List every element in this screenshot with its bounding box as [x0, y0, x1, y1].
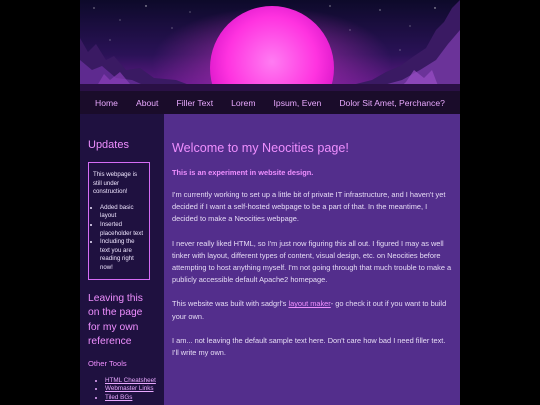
layout-maker-link[interactable]: layout maker: [288, 299, 330, 308]
reference-heading: Leaving this on the page for my own refe…: [88, 292, 143, 348]
nav-link-home[interactable]: Home: [95, 98, 118, 108]
nav-link-ipsum-even[interactable]: Ipsum, Even: [274, 98, 322, 108]
list-item: Webmaster Links: [105, 385, 156, 394]
nav-link-filler-text[interactable]: Filler Text: [176, 98, 213, 108]
list-item: Tiled BGs: [105, 394, 156, 403]
nav-link-dolor-sit-amet[interactable]: Dolor Sit Amet, Perchance?: [339, 98, 445, 108]
page-frame: Home About Filler Text Lorem Ipsum, Even…: [80, 0, 460, 405]
main-content: Welcome to my Neocities page! This is an…: [164, 114, 460, 405]
page-subtitle: This is an experiment in website design.: [172, 168, 314, 177]
header-banner: [80, 0, 460, 91]
link-webmaster-links[interactable]: Webmaster Links: [105, 385, 154, 392]
tools-list: HTML Cheatsheet Webmaster Links Tiled BG…: [88, 377, 156, 403]
sidebar: Updates This webpage is still under cons…: [80, 114, 164, 405]
synthwave-sun-banner-image: [80, 0, 460, 91]
updates-box: This webpage is still under construction…: [88, 162, 150, 280]
list-item: Added basic layout: [100, 204, 145, 221]
paragraph-html: I never really liked HTML, so I'm just n…: [172, 238, 452, 285]
updates-list: Added basic layout Inserted placeholder …: [93, 204, 145, 273]
paragraph-intro: I'm currently working to set up a little…: [172, 190, 446, 224]
paragraph-filler: I am... not leaving the default sample t…: [172, 335, 446, 358]
list-item: Including the text you are reading right…: [100, 238, 145, 272]
link-tiled-bgs[interactable]: Tiled BGs: [105, 394, 132, 401]
sidebar-title: Updates: [88, 139, 129, 151]
other-tools-heading: Other Tools: [88, 358, 127, 368]
nav-link-lorem[interactable]: Lorem: [231, 98, 255, 108]
nav-link-about[interactable]: About: [136, 98, 158, 108]
paragraph-layout-maker: This website was built with sadgrl's lay…: [172, 298, 452, 322]
link-html-cheatsheet[interactable]: HTML Cheatsheet: [105, 377, 156, 384]
page-title: Welcome to my Neocities page!: [172, 141, 349, 155]
top-navigation: Home About Filler Text Lorem Ipsum, Even…: [80, 91, 460, 114]
construction-notice: This webpage is still under construction…: [93, 171, 138, 196]
list-item: HTML Cheatsheet: [105, 377, 156, 386]
paragraph-text: This website was built with sadgrl's: [172, 299, 287, 309]
list-item: Inserted placeholder text: [100, 221, 145, 238]
